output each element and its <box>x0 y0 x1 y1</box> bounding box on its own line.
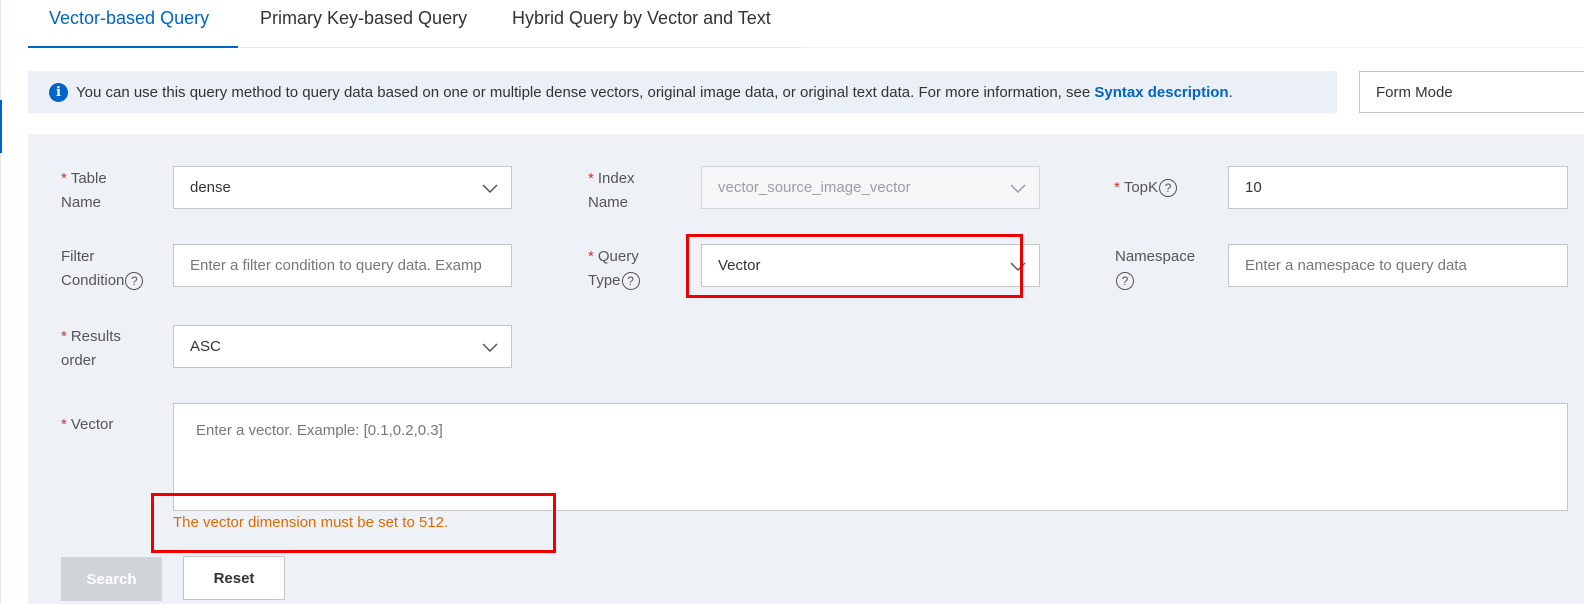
query-tabs: Vector-based Query Primary Key-based Que… <box>28 0 1584 48</box>
chevron-down-icon <box>1010 262 1026 272</box>
tab-hybrid-query[interactable]: Hybrid Query by Vector and Text <box>512 8 771 29</box>
topk-help-icon[interactable]: ? <box>1159 179 1178 198</box>
left-active-indicator <box>0 100 2 153</box>
query-type-help-icon[interactable]: ? <box>621 272 640 291</box>
namespace-label: Namespace? <box>1115 248 1196 291</box>
query-form: * Table Name dense * Index Name vector_sourc… <box>28 134 1584 604</box>
filter-condition-label: Filter Condition? <box>61 245 144 293</box>
info-icon: i <box>49 82 68 102</box>
left-border <box>0 0 1 604</box>
results-order-select[interactable]: ASC <box>173 325 512 368</box>
tabs-divider-extension <box>801 47 1584 48</box>
search-button[interactable]: Search <box>61 557 162 601</box>
namespace-input[interactable]: Enter a namespace to query data <box>1228 244 1568 287</box>
info-banner: i You can use this query method to query… <box>28 71 1337 113</box>
table-name-select[interactable]: dense <box>173 166 512 209</box>
table-name-label: * Table Name <box>61 170 107 211</box>
tab-vector-based-query[interactable]: Vector-based Query <box>49 8 209 29</box>
vector-textarea[interactable]: Enter a vector. Example: [0.1,0.2,0.3] <box>173 403 1568 511</box>
reset-button[interactable]: Reset <box>183 556 285 600</box>
chevron-down-icon <box>482 343 498 353</box>
active-tab-underline <box>28 46 238 48</box>
chevron-down-icon <box>1010 184 1026 194</box>
tab-primary-key-based-query[interactable]: Primary Key-based Query <box>260 8 467 29</box>
filter-condition-input[interactable]: Enter a filter condition to query data. … <box>173 244 512 287</box>
info-text: You can use this query method to query d… <box>76 83 1233 101</box>
query-type-select[interactable]: Vector <box>701 244 1040 287</box>
vector-label: * Vector <box>61 416 114 433</box>
topk-input[interactable]: 10 <box>1228 166 1568 209</box>
topk-label: * TopK? <box>1114 176 1178 200</box>
results-order-label: * Results order <box>61 328 121 369</box>
syntax-description-link[interactable]: Syntax description <box>1094 84 1228 101</box>
filter-help-icon[interactable]: ? <box>125 272 144 291</box>
vector-error-message: The vector dimension must be set to 512. <box>173 514 449 531</box>
index-name-select: vector_source_image_vector <box>701 166 1040 209</box>
index-name-label: * Index Name <box>588 170 635 211</box>
namespace-help-icon[interactable]: ? <box>1116 272 1134 291</box>
query-type-label: * Query Type? <box>588 248 640 291</box>
mode-select[interactable]: Form Mode <box>1359 71 1584 113</box>
chevron-down-icon <box>482 184 498 194</box>
